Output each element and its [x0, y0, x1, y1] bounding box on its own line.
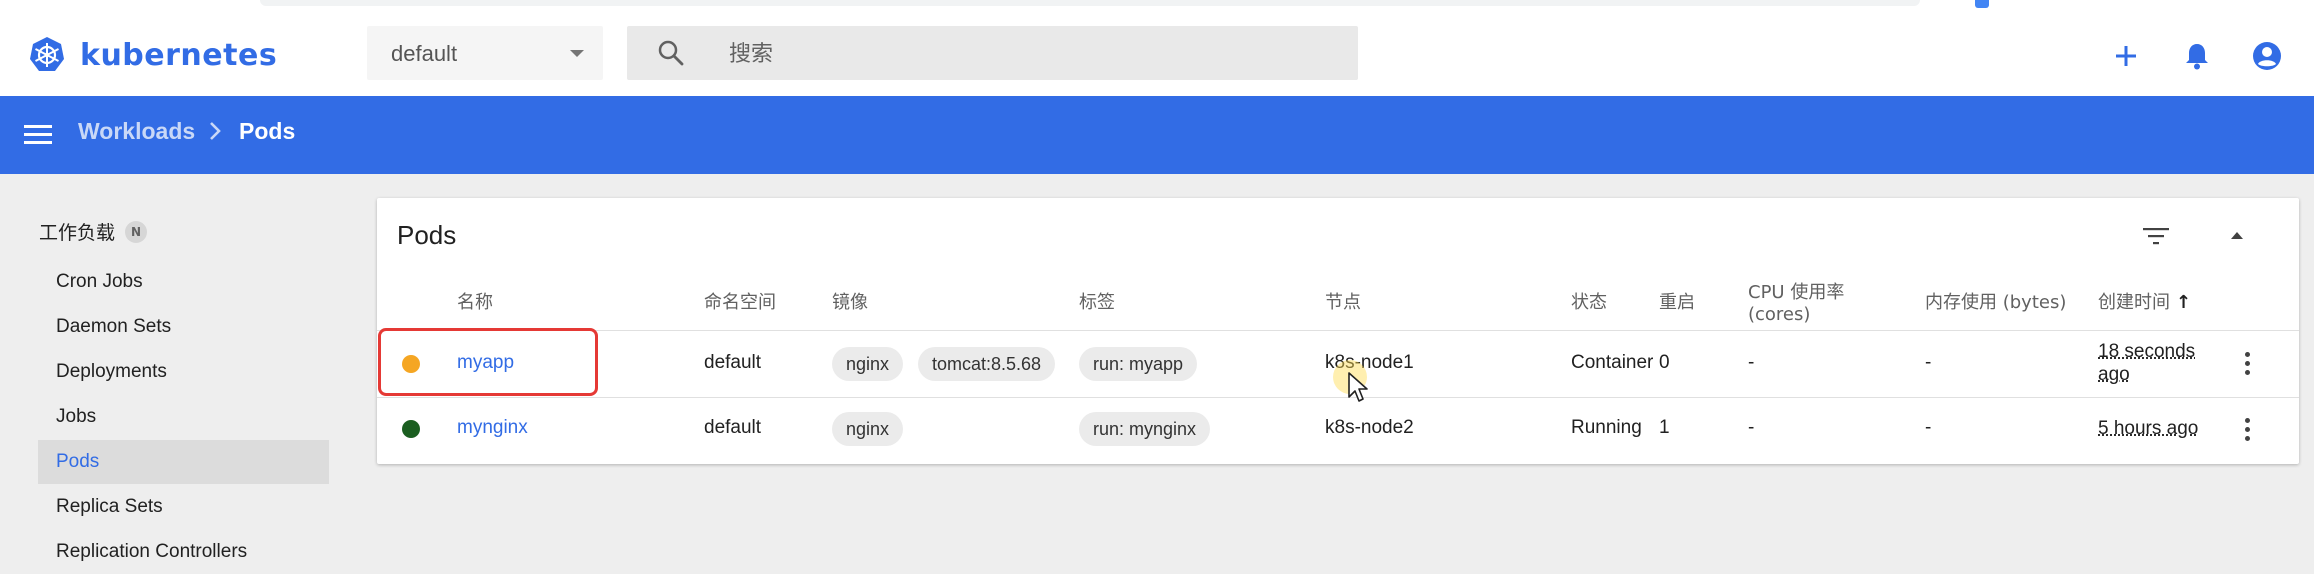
sidebar-item-label: Cron Jobs [38, 271, 143, 292]
menu-icon[interactable] [24, 122, 52, 151]
browser-address-bar [260, 0, 1920, 6]
sidebar-item-label: Pods [38, 451, 99, 472]
pods-card: Pods 名称 命名空间 镜像 标签 节点 状态 重启 CPU 使用率 (cor… [377, 198, 2299, 464]
breadcrumb-workloads[interactable]: Workloads [78, 118, 195, 145]
pod-memory: - [1925, 352, 1931, 374]
sidebar-item-pods[interactable]: Pods [38, 440, 329, 484]
column-header-memory: 内存使用 (bytes) [1925, 292, 2066, 314]
column-header-created-label: 创建时间 [2098, 292, 2170, 313]
column-header-namespace[interactable]: 命名空间 [704, 292, 776, 314]
pod-age-line2: ago [2098, 364, 2130, 385]
image-chip: nginx [832, 412, 903, 446]
column-header-cpu-label: CPU 使用率 [1748, 282, 1844, 303]
sidebar-item-cron-jobs[interactable]: Cron Jobs [38, 260, 329, 304]
image-chip: nginx [832, 347, 903, 381]
collapse-icon[interactable] [2231, 232, 2243, 239]
pods-card-title: Pods [397, 220, 456, 251]
pod-age-line1: 18 seconds [2098, 341, 2195, 362]
more-actions-icon[interactable] [2245, 418, 2251, 445]
pod-restarts: 1 [1659, 417, 1670, 439]
pod-node: k8s-node2 [1325, 417, 1414, 439]
account-icon [2252, 41, 2282, 71]
account-button[interactable] [2247, 36, 2287, 76]
browser-extension-icon [1975, 0, 1989, 8]
column-header-node[interactable]: 节点 [1325, 292, 1361, 314]
pod-status: Container [1571, 352, 1653, 374]
filter-icon[interactable] [2143, 226, 2169, 251]
pod-cpu: - [1748, 417, 1754, 439]
sidebar-item-label: Daemon Sets [38, 316, 171, 337]
column-header-images: 镜像 [832, 292, 868, 314]
top-app-bar: kubernetes default [0, 16, 2314, 96]
column-header-labels: 标签 [1079, 292, 1115, 314]
sidebar-section-title: 工作负载 [39, 218, 115, 245]
create-button[interactable] [2106, 36, 2146, 76]
namespaced-badge: N [125, 221, 147, 243]
search-input[interactable] [727, 36, 1331, 72]
sidebar-section-workloads[interactable]: 工作负载 N [39, 218, 147, 245]
breadcrumb-chevron-icon [208, 120, 222, 148]
sidebar-item-replica-sets[interactable]: Replica Sets [38, 485, 329, 529]
notifications-button[interactable] [2177, 36, 2217, 76]
annotation-highlight-box [378, 328, 598, 396]
column-header-restarts[interactable]: 重启 [1659, 292, 1695, 314]
more-actions-icon[interactable] [2245, 352, 2251, 379]
breadcrumb-bar: Workloads Pods [0, 96, 2314, 174]
mouse-cursor-icon [1348, 372, 1370, 409]
column-header-name[interactable]: 名称 [457, 292, 493, 314]
column-header-cpu-unit: (cores) [1748, 304, 1810, 325]
sidebar-item-label: Replica Sets [38, 496, 163, 517]
plus-icon [2114, 44, 2138, 68]
table-row[interactable]: mynginx default nginx run: mynginx k8s-n… [377, 398, 2299, 464]
sort-ascending-icon: ↑ [2176, 292, 2191, 314]
search-bar[interactable] [627, 26, 1358, 80]
bell-icon [2184, 42, 2210, 70]
pod-name-link[interactable]: mynginx [457, 417, 528, 439]
pod-cpu: - [1748, 352, 1754, 374]
pod-restarts: 0 [1659, 352, 1670, 374]
browser-chrome-strip [0, 0, 2314, 16]
sidebar-item-label: Jobs [38, 406, 96, 427]
column-header-status[interactable]: 状态 [1571, 292, 1607, 314]
breadcrumb-current: Pods [239, 118, 295, 145]
sidebar: 工作负载 N Cron Jobs Daemon Sets Deployments… [0, 174, 355, 552]
column-header-cpu: CPU 使用率 (cores) [1748, 282, 1844, 326]
pod-status: Running [1571, 417, 1642, 439]
sidebar-item-jobs[interactable]: Jobs [38, 395, 329, 439]
kubernetes-helm-icon [28, 36, 66, 74]
brand-name: kubernetes [80, 38, 277, 73]
running-status-icon [402, 420, 420, 438]
sidebar-item-daemon-sets[interactable]: Daemon Sets [38, 305, 329, 349]
dropdown-arrow-icon [570, 50, 584, 57]
image-chip: tomcat:8.5.68 [918, 347, 1055, 381]
pod-age: 18 seconds ago [2098, 340, 2195, 386]
pod-age: 5 hours ago [2098, 417, 2198, 440]
search-icon [657, 39, 685, 72]
kubernetes-logo[interactable]: kubernetes [28, 36, 277, 74]
sidebar-item-label: Deployments [38, 361, 167, 382]
pod-namespace: default [704, 352, 761, 374]
pod-namespace: default [704, 417, 761, 439]
sidebar-item-deployments[interactable]: Deployments [38, 350, 329, 394]
column-header-created[interactable]: 创建时间 ↑ [2098, 292, 2191, 314]
label-chip: run: myapp [1079, 347, 1197, 381]
pod-memory: - [1925, 417, 1931, 439]
namespace-selector[interactable]: default [367, 26, 603, 80]
namespace-value: default [391, 41, 457, 67]
label-chip: run: mynginx [1079, 412, 1210, 446]
sidebar-item-replication-controllers[interactable]: Replication Controllers [38, 530, 329, 574]
